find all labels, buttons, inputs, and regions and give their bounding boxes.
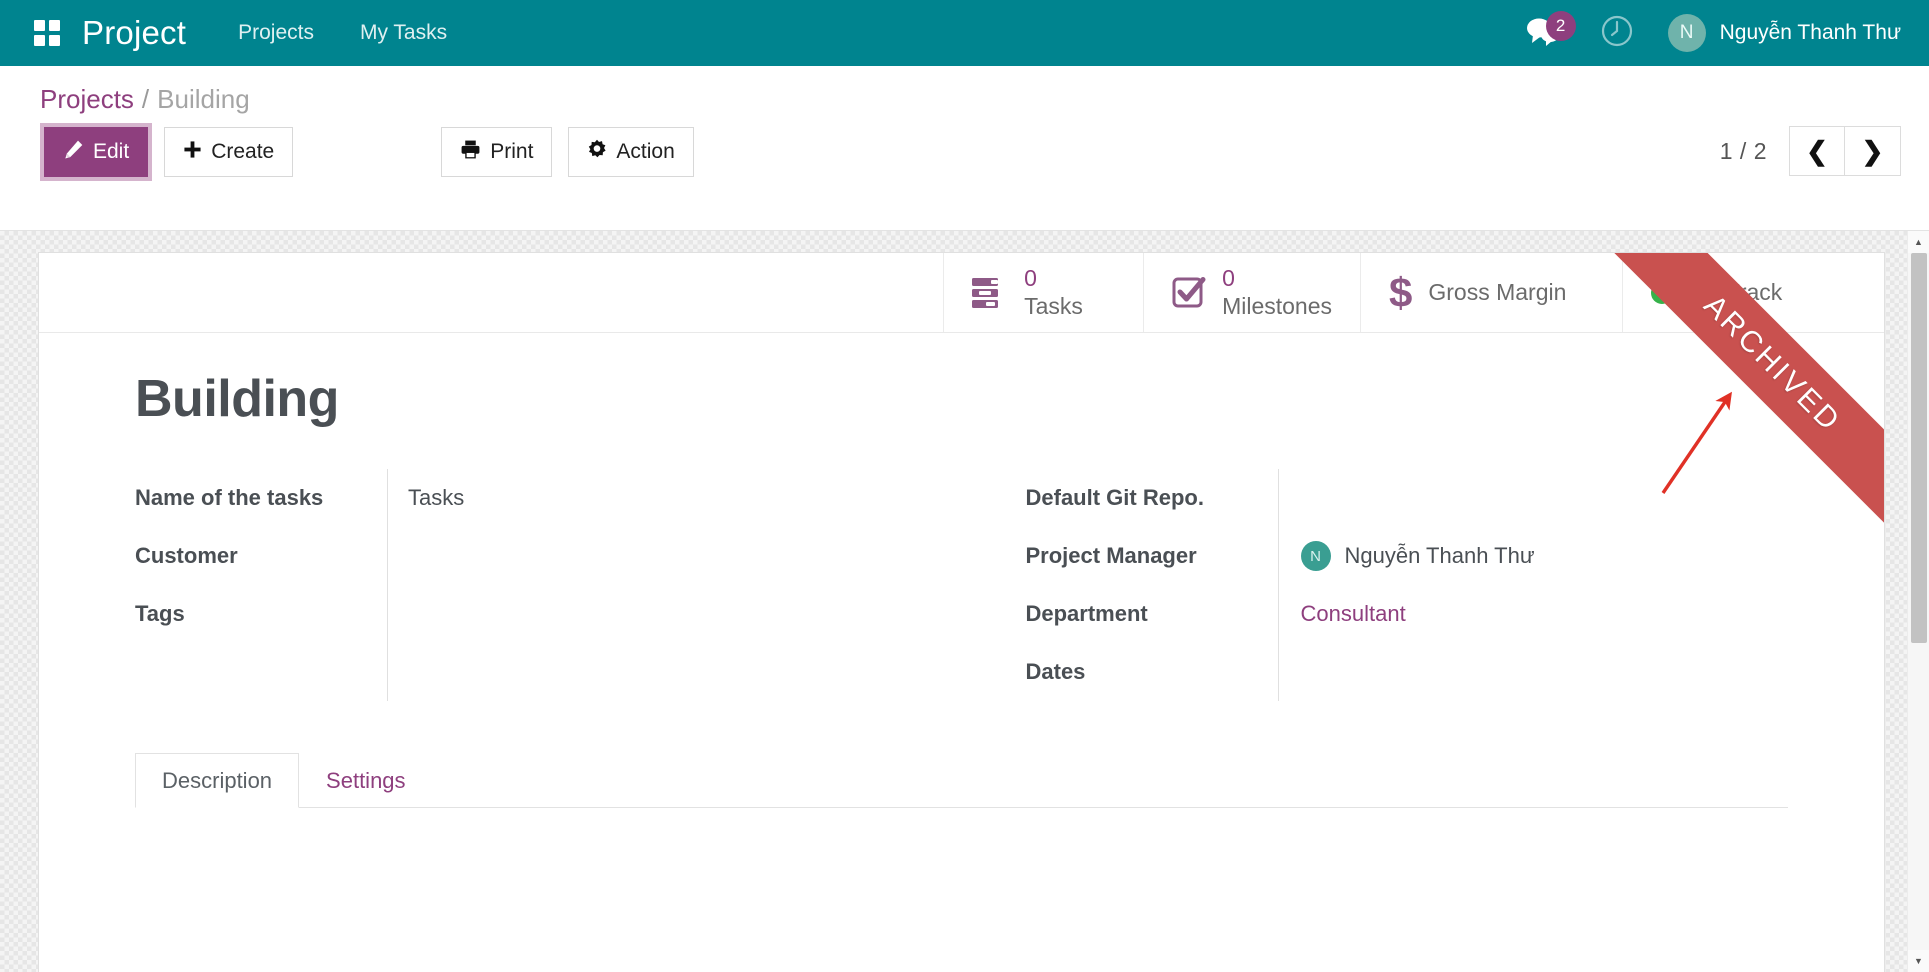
page-title: Building <box>135 369 1788 429</box>
stat-button-gross-margin[interactable]: $ Gross Margin <box>1360 253 1622 332</box>
stat-button-text: 0 Tasks <box>1024 265 1083 319</box>
avatar: N <box>1668 14 1706 52</box>
stat-label: Tasks <box>1024 293 1083 320</box>
printer-icon <box>460 139 481 166</box>
field-label-project-manager: Project Manager <box>1026 527 1278 585</box>
navbar-right-group: 2 N Nguyễn Thanh Thư <box>1526 14 1901 53</box>
print-button[interactable]: Print <box>441 127 552 177</box>
create-button[interactable]: Create <box>164 127 293 177</box>
scroll-up-arrow-icon[interactable]: ▲ <box>1908 231 1929 253</box>
pager: 1 / 2 ❮ ❯ <box>1720 126 1901 176</box>
action-button-label: Action <box>616 140 674 164</box>
apps-grid-cell <box>49 20 60 31</box>
apps-grid-cell <box>34 20 45 31</box>
top-navbar: Project Projects My Tasks 2 N Nguyễn Tha… <box>0 0 1929 66</box>
notebook-panel-description <box>135 808 1788 948</box>
content-area: 0 Tasks 0 Milestones $ Gross Ma <box>0 231 1929 972</box>
avatar: N <box>1301 541 1331 571</box>
clock-icon[interactable] <box>1600 14 1634 53</box>
messages-count-badge: 2 <box>1546 11 1576 41</box>
breadcrumb-item-projects[interactable]: Projects <box>40 84 134 114</box>
edit-button[interactable]: Edit <box>44 127 148 177</box>
chevron-left-icon: ❮ <box>1806 138 1828 164</box>
plus-icon <box>183 140 202 165</box>
form-right-labels: Default Git Repo. Project Manager Depart… <box>1026 469 1278 701</box>
stat-button-on-track[interactable]: On Track <box>1622 253 1884 332</box>
status-badge: On Track <box>1689 279 1782 306</box>
check-square-icon <box>1172 276 1206 310</box>
breadcrumb: Projects / Building <box>40 84 1901 115</box>
field-value-dates[interactable] <box>1301 643 1789 701</box>
form-sheet: 0 Tasks 0 Milestones $ Gross Ma <box>38 252 1885 972</box>
field-value-default-git-repo[interactable] <box>1301 469 1789 527</box>
form-left-values: Tasks <box>387 469 962 701</box>
stat-label: Milestones <box>1222 293 1332 320</box>
vertical-scrollbar[interactable]: ▲ ▼ <box>1907 231 1929 972</box>
form-body: Building Name of the tasks Customer Tags… <box>39 333 1884 948</box>
form-right-values: N Nguyễn Thanh Thư Consultant <box>1278 469 1789 701</box>
field-value-tags[interactable] <box>408 585 962 643</box>
scrollbar-track[interactable] <box>1908 253 1929 950</box>
form-columns: Name of the tasks Customer Tags Tasks De… <box>135 469 1788 701</box>
field-label-name-of-the-tasks: Name of the tasks <box>135 469 387 527</box>
form-left-labels: Name of the tasks Customer Tags <box>135 469 387 701</box>
messages-icon[interactable]: 2 <box>1526 16 1566 50</box>
breadcrumb-separator: / <box>142 84 149 114</box>
breadcrumb-item-current: Building <box>157 84 250 114</box>
stat-button-tasks[interactable]: 0 Tasks <box>943 253 1143 332</box>
create-button-label: Create <box>211 140 274 164</box>
control-panel-buttons: Edit Create Print <box>40 127 1901 177</box>
stat-value: 0 <box>1024 265 1083 292</box>
form-column-right: Default Git Repo. Project Manager Depart… <box>962 469 1789 701</box>
stat-value: 0 <box>1222 265 1332 292</box>
apps-grid-cell <box>34 35 45 46</box>
gear-icon <box>587 139 607 165</box>
nav-item-my-tasks[interactable]: My Tasks <box>360 21 447 45</box>
field-label-default-git-repo: Default Git Repo. <box>1026 469 1278 527</box>
tab-description[interactable]: Description <box>135 753 299 808</box>
user-name-label: Nguyễn Thanh Thư <box>1720 21 1901 45</box>
field-value-department[interactable]: Consultant <box>1301 585 1789 643</box>
notebook-tabs: Description Settings <box>135 753 1788 808</box>
apps-grid-cell <box>49 35 60 46</box>
status-dot-icon <box>1651 282 1673 304</box>
pager-next-button[interactable]: ❯ <box>1845 126 1901 176</box>
chevron-right-icon: ❯ <box>1862 138 1884 164</box>
scroll-down-arrow-icon[interactable]: ▼ <box>1908 950 1929 972</box>
control-panel: Projects / Building Edit Create <box>0 66 1929 231</box>
stat-button-bar: 0 Tasks 0 Milestones $ Gross Ma <box>39 253 1884 333</box>
nav-item-projects[interactable]: Projects <box>238 21 314 45</box>
user-menu[interactable]: N Nguyễn Thanh Thư <box>1668 14 1901 52</box>
pencil-icon <box>63 139 84 166</box>
notebook: Description Settings <box>135 753 1788 948</box>
field-value-customer[interactable] <box>408 527 962 585</box>
print-button-label: Print <box>490 140 533 164</box>
edit-button-label: Edit <box>93 140 129 164</box>
field-label-department: Department <box>1026 585 1278 643</box>
pager-previous-button[interactable]: ❮ <box>1789 126 1845 176</box>
field-value-project-manager[interactable]: N Nguyễn Thanh Thư <box>1301 527 1789 585</box>
field-label-dates: Dates <box>1026 643 1278 701</box>
tab-settings[interactable]: Settings <box>299 753 433 808</box>
app-brand-title[interactable]: Project <box>82 14 186 52</box>
pager-count: 1 / 2 <box>1720 138 1767 165</box>
action-button[interactable]: Action <box>568 127 693 177</box>
field-label-tags: Tags <box>135 585 387 643</box>
pager-buttons: ❮ ❯ <box>1789 126 1901 176</box>
stat-button-text: 0 Milestones <box>1222 265 1332 319</box>
tasks-list-icon <box>972 277 1008 309</box>
field-value-project-manager-name: Nguyễn Thanh Thư <box>1345 543 1535 569</box>
form-column-left: Name of the tasks Customer Tags Tasks <box>135 469 962 701</box>
apps-grid-icon[interactable] <box>34 20 60 46</box>
dollar-sign-icon: $ <box>1389 272 1412 314</box>
stat-label: Gross Margin <box>1428 279 1566 306</box>
stat-button-milestones[interactable]: 0 Milestones <box>1143 253 1360 332</box>
field-label-customer: Customer <box>135 527 387 585</box>
field-value-name-of-the-tasks[interactable]: Tasks <box>408 469 962 527</box>
scrollbar-thumb[interactable] <box>1911 253 1927 643</box>
